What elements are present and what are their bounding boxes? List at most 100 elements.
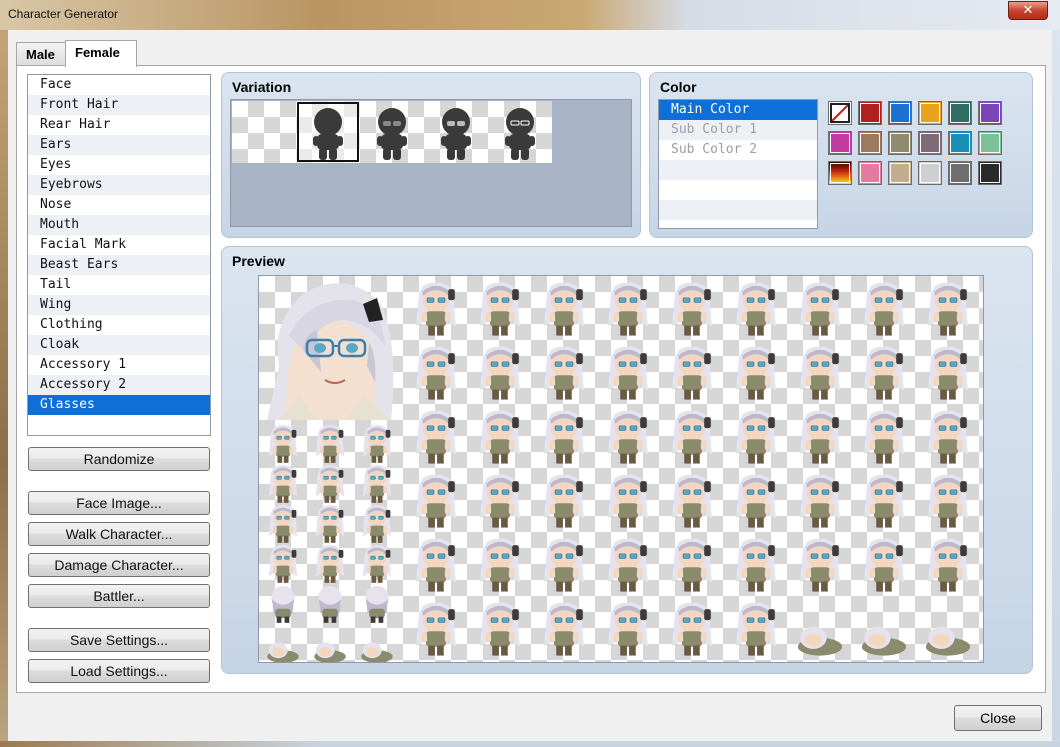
battler-sprite <box>857 534 911 600</box>
battler-sprite <box>537 598 591 662</box>
variation-cell[interactable] <box>232 101 296 163</box>
close-button[interactable]: Close <box>954 705 1042 731</box>
battler-sprite <box>665 534 719 600</box>
battler-sprite <box>793 342 847 408</box>
color-label: Color <box>660 79 697 95</box>
preview-label: Preview <box>232 253 285 269</box>
variation-cell[interactable] <box>296 101 360 163</box>
window-frame-left <box>0 30 8 747</box>
battler-sprite <box>473 278 527 344</box>
part-item[interactable]: Cloak <box>28 335 210 355</box>
color-channel-list[interactable]: Main Color Sub Color 1 Sub Color 2 <box>658 99 818 229</box>
part-item[interactable]: Beast Ears <box>28 255 210 275</box>
battler-sprite <box>409 406 463 472</box>
variation-strip <box>232 101 552 163</box>
battler-sprite <box>729 406 783 472</box>
color-swatch[interactable] <box>918 161 942 185</box>
battler-sprite <box>537 534 591 600</box>
window-frame-right <box>1052 30 1060 747</box>
walk-sprite <box>357 622 397 662</box>
part-item[interactable]: Rear Hair <box>28 115 210 135</box>
battler-sprite <box>729 342 783 408</box>
face-portrait <box>267 283 394 420</box>
battler-sprite <box>793 470 847 536</box>
battler-sprite <box>409 278 463 344</box>
window-title: Character Generator <box>8 7 119 21</box>
battler-sprite <box>857 598 911 662</box>
part-item[interactable]: Accessory 2 <box>28 375 210 395</box>
part-item[interactable]: Mouth <box>28 215 210 235</box>
walk-character-button[interactable]: Walk Character... <box>28 522 210 546</box>
part-item[interactable]: Clothing <box>28 315 210 335</box>
part-item[interactable]: Front Hair <box>28 95 210 115</box>
battler-sprite <box>793 598 847 662</box>
color-swatch[interactable] <box>948 131 972 155</box>
no-color-swatch[interactable] <box>828 101 852 125</box>
color-swatch[interactable] <box>828 131 852 155</box>
save-settings-button[interactable]: Save Settings... <box>28 628 210 652</box>
battler-sprite <box>601 278 655 344</box>
battler-sprite <box>665 278 719 344</box>
part-item[interactable]: Eyes <box>28 155 210 175</box>
color-swatch[interactable] <box>948 161 972 185</box>
color-swatch[interactable] <box>888 131 912 155</box>
color-swatch[interactable] <box>978 131 1002 155</box>
color-swatch[interactable] <box>828 161 852 185</box>
battler-sprite <box>473 342 527 408</box>
part-item[interactable]: Eyebrows <box>28 175 210 195</box>
color-channel-empty-row <box>659 160 817 180</box>
battler-sprite <box>857 470 911 536</box>
color-swatch[interactable] <box>978 161 1002 185</box>
part-item[interactable]: Ears <box>28 135 210 155</box>
variation-label: Variation <box>232 79 292 95</box>
part-item[interactable]: Accessory 1 <box>28 355 210 375</box>
battler-sprite <box>601 470 655 536</box>
character-silhouette-icon <box>313 108 343 160</box>
color-channel-item[interactable]: Sub Color 1 <box>659 120 817 140</box>
part-item[interactable]: Wing <box>28 295 210 315</box>
tab-female[interactable]: Female <box>65 40 137 67</box>
preview-panel: Preview <box>221 246 1033 674</box>
variation-cell[interactable] <box>360 101 424 163</box>
randomize-button[interactable]: Randomize <box>28 447 210 471</box>
color-swatch[interactable] <box>888 101 912 125</box>
character-silhouette-icon <box>441 108 471 160</box>
variation-cell[interactable] <box>488 101 552 163</box>
part-item[interactable]: Glasses <box>28 395 210 415</box>
parts-list[interactable]: Face Front Hair Rear Hair Ears Eyes Eyebrows N… <box>27 74 211 436</box>
color-swatch[interactable] <box>948 101 972 125</box>
color-swatch[interactable] <box>918 101 942 125</box>
window-close-icon[interactable]: ✕ <box>1008 1 1048 20</box>
battler-sprite <box>729 470 783 536</box>
battler-sprite <box>473 534 527 600</box>
battler-sprite <box>921 342 975 408</box>
title-bar: Character Generator ✕ <box>0 0 1060 30</box>
part-item[interactable]: Nose <box>28 195 210 215</box>
tab-male[interactable]: Male <box>16 42 66 66</box>
damage-character-button[interactable]: Damage Character... <box>28 553 210 577</box>
part-item[interactable]: Face <box>28 75 210 95</box>
load-settings-button[interactable]: Load Settings... <box>28 659 210 683</box>
variation-box <box>230 99 632 227</box>
color-swatch[interactable] <box>858 131 882 155</box>
part-item[interactable]: Tail <box>28 275 210 295</box>
color-swatch[interactable] <box>858 161 882 185</box>
color-channel-item[interactable]: Main Color <box>659 100 817 120</box>
color-swatch[interactable] <box>888 161 912 185</box>
variation-panel: Variation <box>221 72 641 238</box>
battler-sprite <box>729 534 783 600</box>
battler-button[interactable]: Battler... <box>28 584 210 608</box>
face-image-button[interactable]: Face Image... <box>28 491 210 515</box>
color-channel-item[interactable]: Sub Color 2 <box>659 140 817 160</box>
color-channel-empty-row <box>659 200 817 220</box>
battler-sprite <box>793 534 847 600</box>
battler-sprite <box>409 342 463 408</box>
variation-cell[interactable] <box>424 101 488 163</box>
color-swatch[interactable] <box>918 131 942 155</box>
color-swatch[interactable] <box>858 101 882 125</box>
preview-canvas <box>258 275 984 663</box>
color-swatch[interactable] <box>978 101 1002 125</box>
battler-sprite <box>409 598 463 662</box>
part-item[interactable]: Facial Mark <box>28 235 210 255</box>
battler-sprite <box>921 534 975 600</box>
